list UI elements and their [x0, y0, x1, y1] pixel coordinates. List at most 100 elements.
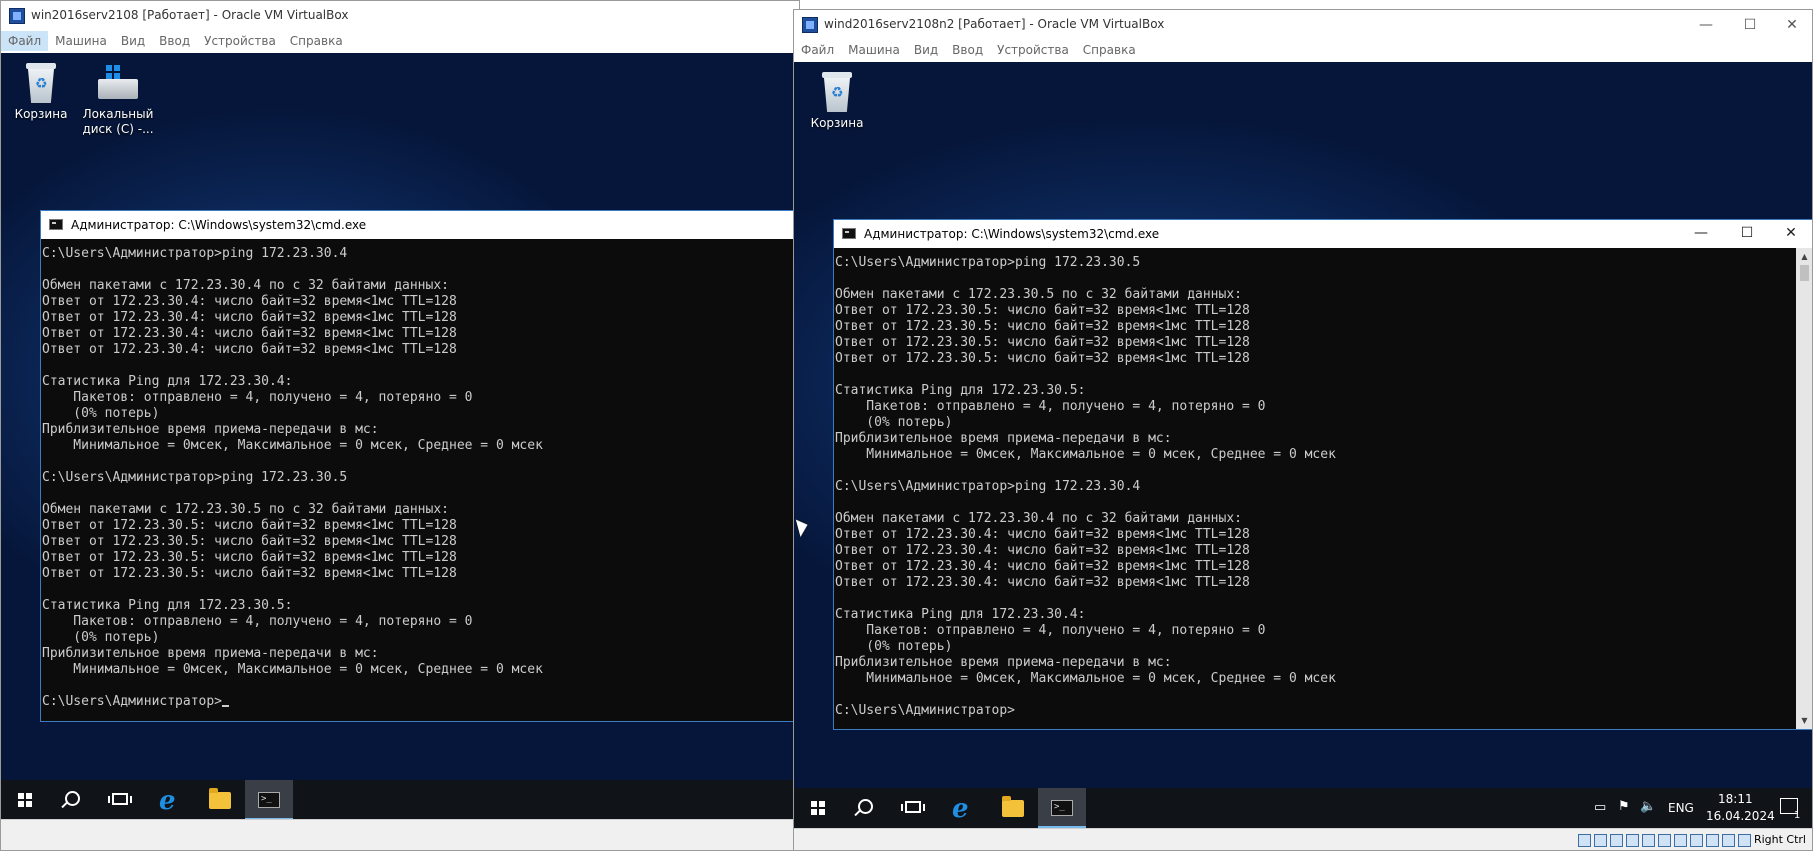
hard-disk-icon[interactable] [1577, 833, 1591, 847]
maximize-button[interactable]: ☐ [1730, 17, 1770, 33]
vm1-menu-input[interactable]: Ввод [152, 31, 197, 51]
console-line: Минимальное = 0мсек, Максимальное = 0 мс… [42, 438, 543, 453]
task-view-icon [108, 793, 132, 805]
folder-icon [209, 788, 231, 809]
desktop-icon-recycle-bin[interactable]: Корзина [1, 63, 81, 122]
vm1-console-output[interactable]: C:\Users\Администратор>ping 172.23.30.4 О… [41, 239, 799, 721]
vm2-menu-file[interactable]: Файл [794, 40, 841, 60]
console-line: Ответ от 172.23.30.5: число байт=32 врем… [42, 534, 457, 549]
vm2-guest-screen[interactable]: Корзина Администратор: C:\Windows\system… [794, 62, 1812, 828]
console-line: Пакетов: отправлено = 4, получено = 4, п… [42, 390, 473, 405]
language-indicator[interactable]: ENG [1668, 801, 1694, 815]
flag-icon[interactable]: ⚑ [1618, 799, 1630, 814]
scrollbar-thumb[interactable] [1800, 265, 1809, 281]
vm1-menu-devices[interactable]: Устройства [197, 31, 283, 51]
console-line: Пакетов: отправлено = 4, получено = 4, п… [42, 614, 473, 629]
recording-icon[interactable] [1689, 833, 1703, 847]
console-line: (0% потерь) [835, 639, 953, 654]
vm2-menu-help[interactable]: Справка [1076, 40, 1143, 60]
vm1-guest-screen[interactable]: Корзина Локальный диск (C) -... Админист… [1, 53, 799, 820]
console-line: Пакетов: отправлено = 4, получено = 4, п… [835, 623, 1266, 638]
network-adapter-icon[interactable] [1625, 833, 1639, 847]
shared-folders-icon[interactable] [1657, 833, 1671, 847]
host-key-label: Right Ctrl [1753, 833, 1806, 846]
display-icon[interactable] [1673, 833, 1687, 847]
taskbar-cmd[interactable] [245, 780, 293, 820]
volume-icon[interactable]: 🔈 [1640, 799, 1656, 814]
console-line: Минимальное = 0мсек, Максимальное = 0 мс… [835, 671, 1336, 686]
task-view-button[interactable] [890, 788, 938, 828]
scrollbar-down-arrow[interactable]: ▼ [1796, 712, 1812, 729]
console-line: C:\Users\Администратор>ping 172.23.30.4 [835, 479, 1141, 494]
vm2-menu-devices[interactable]: Устройства [990, 40, 1076, 60]
desktop-icon-local-disk[interactable]: Локальный диск (C) -... [78, 63, 158, 137]
vm1-taskbar: e [1, 780, 799, 820]
vm2-taskbar: e ▭ ⚑ 🔈 ENG 18:11 16.04.2024 1 [794, 788, 1812, 828]
vm2-console-output[interactable]: C:\Users\Администратор>ping 172.23.30.5 О… [834, 248, 1812, 729]
optical-drive-icon[interactable] [1593, 833, 1607, 847]
usb-icon[interactable] [1641, 833, 1655, 847]
vm2-cmd-title-bar[interactable]: Администратор: C:\Windows\system32\cmd.e… [834, 220, 1812, 248]
console-line: Статистика Ping для 172.23.30.5: [42, 598, 293, 613]
cmd-icon [258, 792, 280, 808]
maximize-button[interactable]: ☐ [1727, 225, 1767, 241]
console-line: Ответ от 172.23.30.5: число байт=32 врем… [835, 351, 1250, 366]
network-icon[interactable]: ▭ [1594, 800, 1606, 815]
host-key-arrow-icon [1737, 833, 1751, 847]
notifications-count: 1 [1794, 810, 1801, 821]
vm2-menu-machine[interactable]: Машина [841, 40, 907, 60]
vm1-cmd-title-bar[interactable]: Администратор: C:\Windows\system32\cmd.e… [41, 211, 799, 239]
vm2-scrollbar[interactable]: ▲ ▼ [1796, 248, 1812, 729]
cmd-icon [49, 219, 63, 230]
taskbar-internet-explorer[interactable]: e [940, 788, 988, 828]
vm1-menu-view[interactable]: Вид [114, 31, 152, 51]
taskbar-cmd[interactable] [1038, 788, 1086, 828]
vm1-menu-machine[interactable]: Машина [48, 31, 114, 51]
taskbar-internet-explorer[interactable]: e [147, 780, 195, 820]
console-line: Ответ от 172.23.30.4: число байт=32 врем… [42, 326, 457, 341]
clock-time[interactable]: 18:11 [1718, 792, 1753, 806]
clock-date[interactable]: 16.04.2024 [1706, 809, 1775, 823]
minimize-button[interactable]: — [1686, 17, 1726, 33]
taskbar-file-explorer[interactable] [989, 788, 1037, 828]
vm1-menu-file[interactable]: Файл [1, 31, 49, 51]
close-button[interactable]: ✕ [1772, 17, 1812, 33]
vm2-menu-input[interactable]: Ввод [945, 40, 990, 60]
minimize-button[interactable]: — [1681, 225, 1721, 241]
windows-logo-icon [18, 793, 32, 807]
text-cursor [222, 705, 230, 707]
console-line: Ответ от 172.23.30.4: число байт=32 врем… [835, 575, 1250, 590]
task-view-button[interactable] [97, 780, 145, 820]
taskbar-file-explorer[interactable] [196, 780, 244, 820]
console-line: Минимальное = 0мсек, Максимальное = 0 мс… [42, 662, 543, 677]
console-line: Статистика Ping для 172.23.30.5: [835, 383, 1086, 398]
mouse-integration-icon[interactable] [1721, 833, 1735, 847]
console-line: Ответ от 172.23.30.4: число байт=32 врем… [835, 543, 1250, 558]
search-button[interactable] [49, 780, 97, 820]
audio-icon[interactable] [1609, 833, 1623, 847]
console-line: Обмен пакетами с 172.23.30.5 по с 32 бай… [835, 287, 1242, 302]
vm2-menu-view[interactable]: Вид [907, 40, 945, 60]
vm1-menu-help[interactable]: Справка [283, 31, 350, 51]
close-button[interactable]: ✕ [1771, 225, 1811, 241]
start-button[interactable] [794, 788, 842, 828]
recycle-bin-icon [24, 63, 58, 103]
scrollbar-up-arrow[interactable]: ▲ [1796, 248, 1812, 265]
console-line: Ответ от 172.23.30.5: число байт=32 врем… [42, 566, 457, 581]
vm2-cmd-window[interactable]: Администратор: C:\Windows\system32\cmd.e… [833, 219, 1812, 730]
cpu-icon[interactable] [1705, 833, 1719, 847]
virtualbox-window-vm1[interactable]: win2016serv2108 [Работает] - Oracle VM V… [0, 0, 800, 851]
search-button[interactable] [842, 788, 890, 828]
virtualbox-window-vm2[interactable]: wind2016serv2108n2 [Работает] - Oracle V… [793, 9, 1813, 851]
desktop-icon-recycle-bin[interactable]: Корзина [797, 72, 877, 131]
vm2-title-bar[interactable]: wind2016serv2108n2 [Работает] - Oracle V… [794, 10, 1812, 40]
vm1-cmd-window[interactable]: Администратор: C:\Windows\system32\cmd.e… [40, 210, 799, 722]
start-button[interactable] [1, 780, 49, 820]
recycle-bin-icon [820, 72, 854, 112]
vm1-title-bar[interactable]: win2016serv2108 [Работает] - Oracle VM V… [1, 1, 799, 31]
console-line: Минимальное = 0мсек, Максимальное = 0 мс… [835, 447, 1336, 462]
